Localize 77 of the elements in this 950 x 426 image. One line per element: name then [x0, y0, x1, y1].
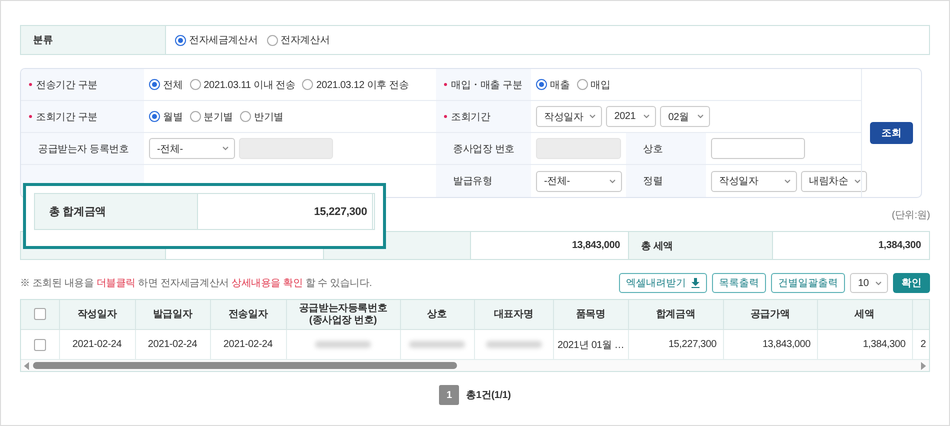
summary-value: 15,227,300	[314, 206, 367, 218]
table-cell: 2021년 01월 …	[558, 340, 624, 350]
column-header: 발급일자	[135, 300, 210, 330]
total-count: 총1건(1/1)	[466, 389, 511, 402]
field-label: 정렬	[642, 175, 663, 188]
radio-button[interactable]: 분기별	[190, 110, 234, 124]
caret-icon	[784, 178, 791, 184]
column-header: 합계금액	[628, 300, 723, 330]
blurred-mark	[409, 340, 465, 348]
scroll-right-icon[interactable]	[920, 362, 926, 370]
radio-button[interactable]: 전자계산서	[266, 33, 330, 47]
blurred-mark	[486, 340, 542, 348]
table-cell: 1,384,300	[862, 339, 906, 350]
radio-button[interactable]: 매입	[576, 78, 610, 92]
dropdown[interactable]: 작성일자	[536, 106, 602, 127]
summary-value: 13,843,000	[572, 240, 620, 251]
field-label: 조회기간 구분	[36, 110, 98, 124]
dropdown[interactable]: 내림차순	[801, 170, 868, 192]
category-label: 분류	[21, 26, 166, 54]
confirm-button[interactable]: 확인	[893, 273, 930, 293]
caret-icon	[854, 178, 862, 184]
toolbar-button[interactable]: 엑셀내려받기	[619, 273, 707, 293]
summary-value: 1,384,300	[878, 240, 921, 251]
horizontal-scrollbar[interactable]	[21, 359, 929, 371]
radio-button[interactable]: 전체	[149, 78, 183, 92]
caret-icon	[643, 114, 650, 119]
table-cell: 15,227,300	[668, 339, 716, 350]
dropdown[interactable]: -전체-	[536, 170, 622, 192]
toolbar-button[interactable]: 목록출력	[712, 273, 766, 293]
radio-button[interactable]: 반기별	[240, 110, 284, 124]
radio-button[interactable]: 매출	[536, 78, 570, 92]
column-header: 품목명	[553, 300, 628, 330]
caret-icon	[697, 114, 704, 119]
caret-icon	[589, 114, 596, 119]
column-header: 전송일자	[210, 300, 286, 330]
column-header: 세액	[817, 300, 912, 330]
radio-button[interactable]: 2021.03.11 이내 전송	[190, 78, 296, 92]
summary-label: 총 합계금액	[49, 205, 106, 219]
download-icon	[691, 278, 700, 288]
field-label: 조회기간	[451, 110, 490, 124]
caret-icon	[609, 178, 616, 184]
field-label: 매입・매출 구분	[451, 78, 522, 92]
checkbox[interactable]	[34, 338, 46, 350]
table-cell: 2	[920, 339, 926, 350]
caret-icon	[875, 280, 882, 286]
dropdown[interactable]: -전체-	[149, 138, 235, 159]
table-cell: 2021-02-24	[223, 339, 273, 350]
summary-label: 총 세액	[641, 240, 673, 252]
unit-label: (단위:원)	[892, 209, 930, 222]
radio-button[interactable]: 전자세금계산서	[175, 33, 258, 47]
notice-text: ※ 조회된 내용을 더블클릭 하면 전자세금계산서 상세내용을 확인 할 수 있습니다.	[20, 277, 372, 290]
field-label: 전송기간 구분	[36, 78, 98, 92]
radio-button[interactable]: 월별	[149, 110, 183, 124]
scroll-left-icon[interactable]	[24, 362, 30, 370]
checkbox[interactable]	[34, 308, 46, 320]
field-label: 발급유형	[452, 175, 492, 188]
column-header: 공급받는자등록번호 (종사업장 번호)	[286, 300, 400, 330]
page-size-dropdown[interactable]: 10	[850, 273, 888, 293]
input-field[interactable]	[711, 138, 805, 159]
column-header: 공급가액	[723, 300, 817, 330]
table-cell: 2021-02-24	[72, 339, 122, 350]
column-header: 대표자명	[474, 300, 553, 330]
table-cell: 2021-02-24	[148, 339, 198, 350]
column-header: 작성일자	[59, 300, 135, 330]
caret-icon	[222, 146, 229, 151]
column-header: 상호	[400, 300, 474, 330]
toolbar-button[interactable]: 건별일괄출력	[771, 273, 845, 293]
field-label: 종사업장 번호	[452, 142, 514, 156]
field-label: 상호	[642, 142, 663, 156]
field-label: 공급받는자 등록번호	[37, 142, 129, 156]
table-cell: 13,843,000	[762, 339, 810, 350]
radio-button[interactable]: 2021.03.12 이후 전송	[302, 78, 409, 92]
dropdown[interactable]: 02월	[660, 106, 710, 127]
dropdown[interactable]: 작성일자	[711, 170, 797, 192]
dropdown[interactable]: 2021	[606, 106, 656, 127]
blurred-mark	[315, 340, 371, 348]
search-button[interactable]: 조회	[870, 122, 913, 144]
